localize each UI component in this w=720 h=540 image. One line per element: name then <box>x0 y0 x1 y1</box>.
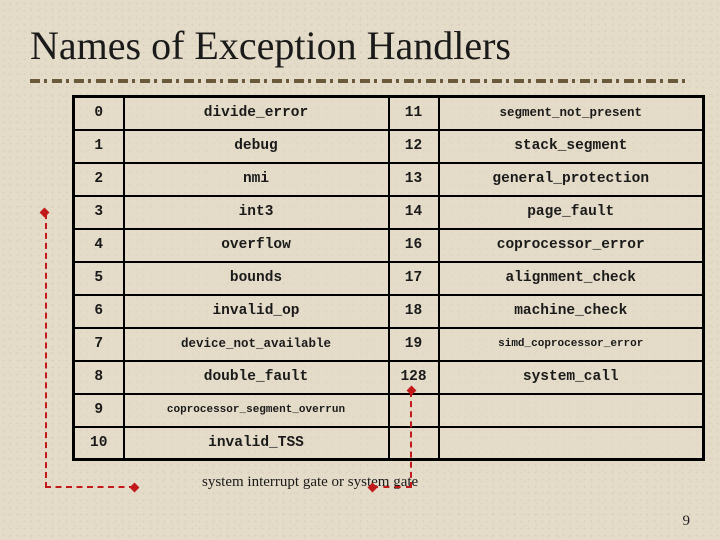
cell-name: nmi <box>124 163 389 196</box>
cell-num: 19 <box>389 328 439 361</box>
annotation-arrow-left <box>45 213 135 488</box>
table-row: 3 int3 14 page_fault <box>74 196 704 229</box>
cell-num: 11 <box>389 97 439 130</box>
cell-name: page_fault <box>439 196 704 229</box>
annotation-diamond <box>130 483 140 493</box>
slide-title: Names of Exception Handlers <box>30 22 690 69</box>
cell-name: coprocessor_error <box>439 229 704 262</box>
cell-num: 17 <box>389 262 439 295</box>
cell-name: bounds <box>124 262 389 295</box>
table-row: 2 nmi 13 general_protection <box>74 163 704 196</box>
cell-name: stack_segment <box>439 130 704 163</box>
cell-name: coprocessor_segment_overrun <box>124 394 389 427</box>
cell-num: 14 <box>389 196 439 229</box>
cell-num: 1 <box>74 130 124 163</box>
cell-name: alignment_check <box>439 262 704 295</box>
title-divider <box>30 79 690 83</box>
cell-num: 2 <box>74 163 124 196</box>
cell-name: int3 <box>124 196 389 229</box>
cell-name: simd_coprocessor_error <box>439 328 704 361</box>
table-row: 8 double_fault 128 system_call <box>74 361 704 394</box>
cell-name: divide_error <box>124 97 389 130</box>
cell-name: device_not_available <box>124 328 389 361</box>
cell-name: double_fault <box>124 361 389 394</box>
cell-num: 13 <box>389 163 439 196</box>
cell-name: invalid_op <box>124 295 389 328</box>
cell-name: machine_check <box>439 295 704 328</box>
cell-num: 16 <box>389 229 439 262</box>
cell-name <box>439 427 704 460</box>
page-number: 9 <box>683 513 691 530</box>
table-row: 1 debug 12 stack_segment <box>74 130 704 163</box>
cell-num: 12 <box>389 130 439 163</box>
cell-name: segment_not_present <box>439 97 704 130</box>
table-row: 7 device_not_available 19 simd_coprocess… <box>74 328 704 361</box>
cell-num: 0 <box>74 97 124 130</box>
cell-name: debug <box>124 130 389 163</box>
annotation-arrow-right <box>372 391 412 488</box>
cell-name: overflow <box>124 229 389 262</box>
cell-name: system_call <box>439 361 704 394</box>
table-row: 5 bounds 17 alignment_check <box>74 262 704 295</box>
table-row: 4 overflow 16 coprocessor_error <box>74 229 704 262</box>
cell-name: invalid_TSS <box>124 427 389 460</box>
table-row: 6 invalid_op 18 machine_check <box>74 295 704 328</box>
cell-name <box>439 394 704 427</box>
cell-name: general_protection <box>439 163 704 196</box>
table-row: 0 divide_error 11 segment_not_present <box>74 97 704 130</box>
annotation-caption: system interrupt gate or system gate <box>202 474 678 491</box>
cell-num: 18 <box>389 295 439 328</box>
